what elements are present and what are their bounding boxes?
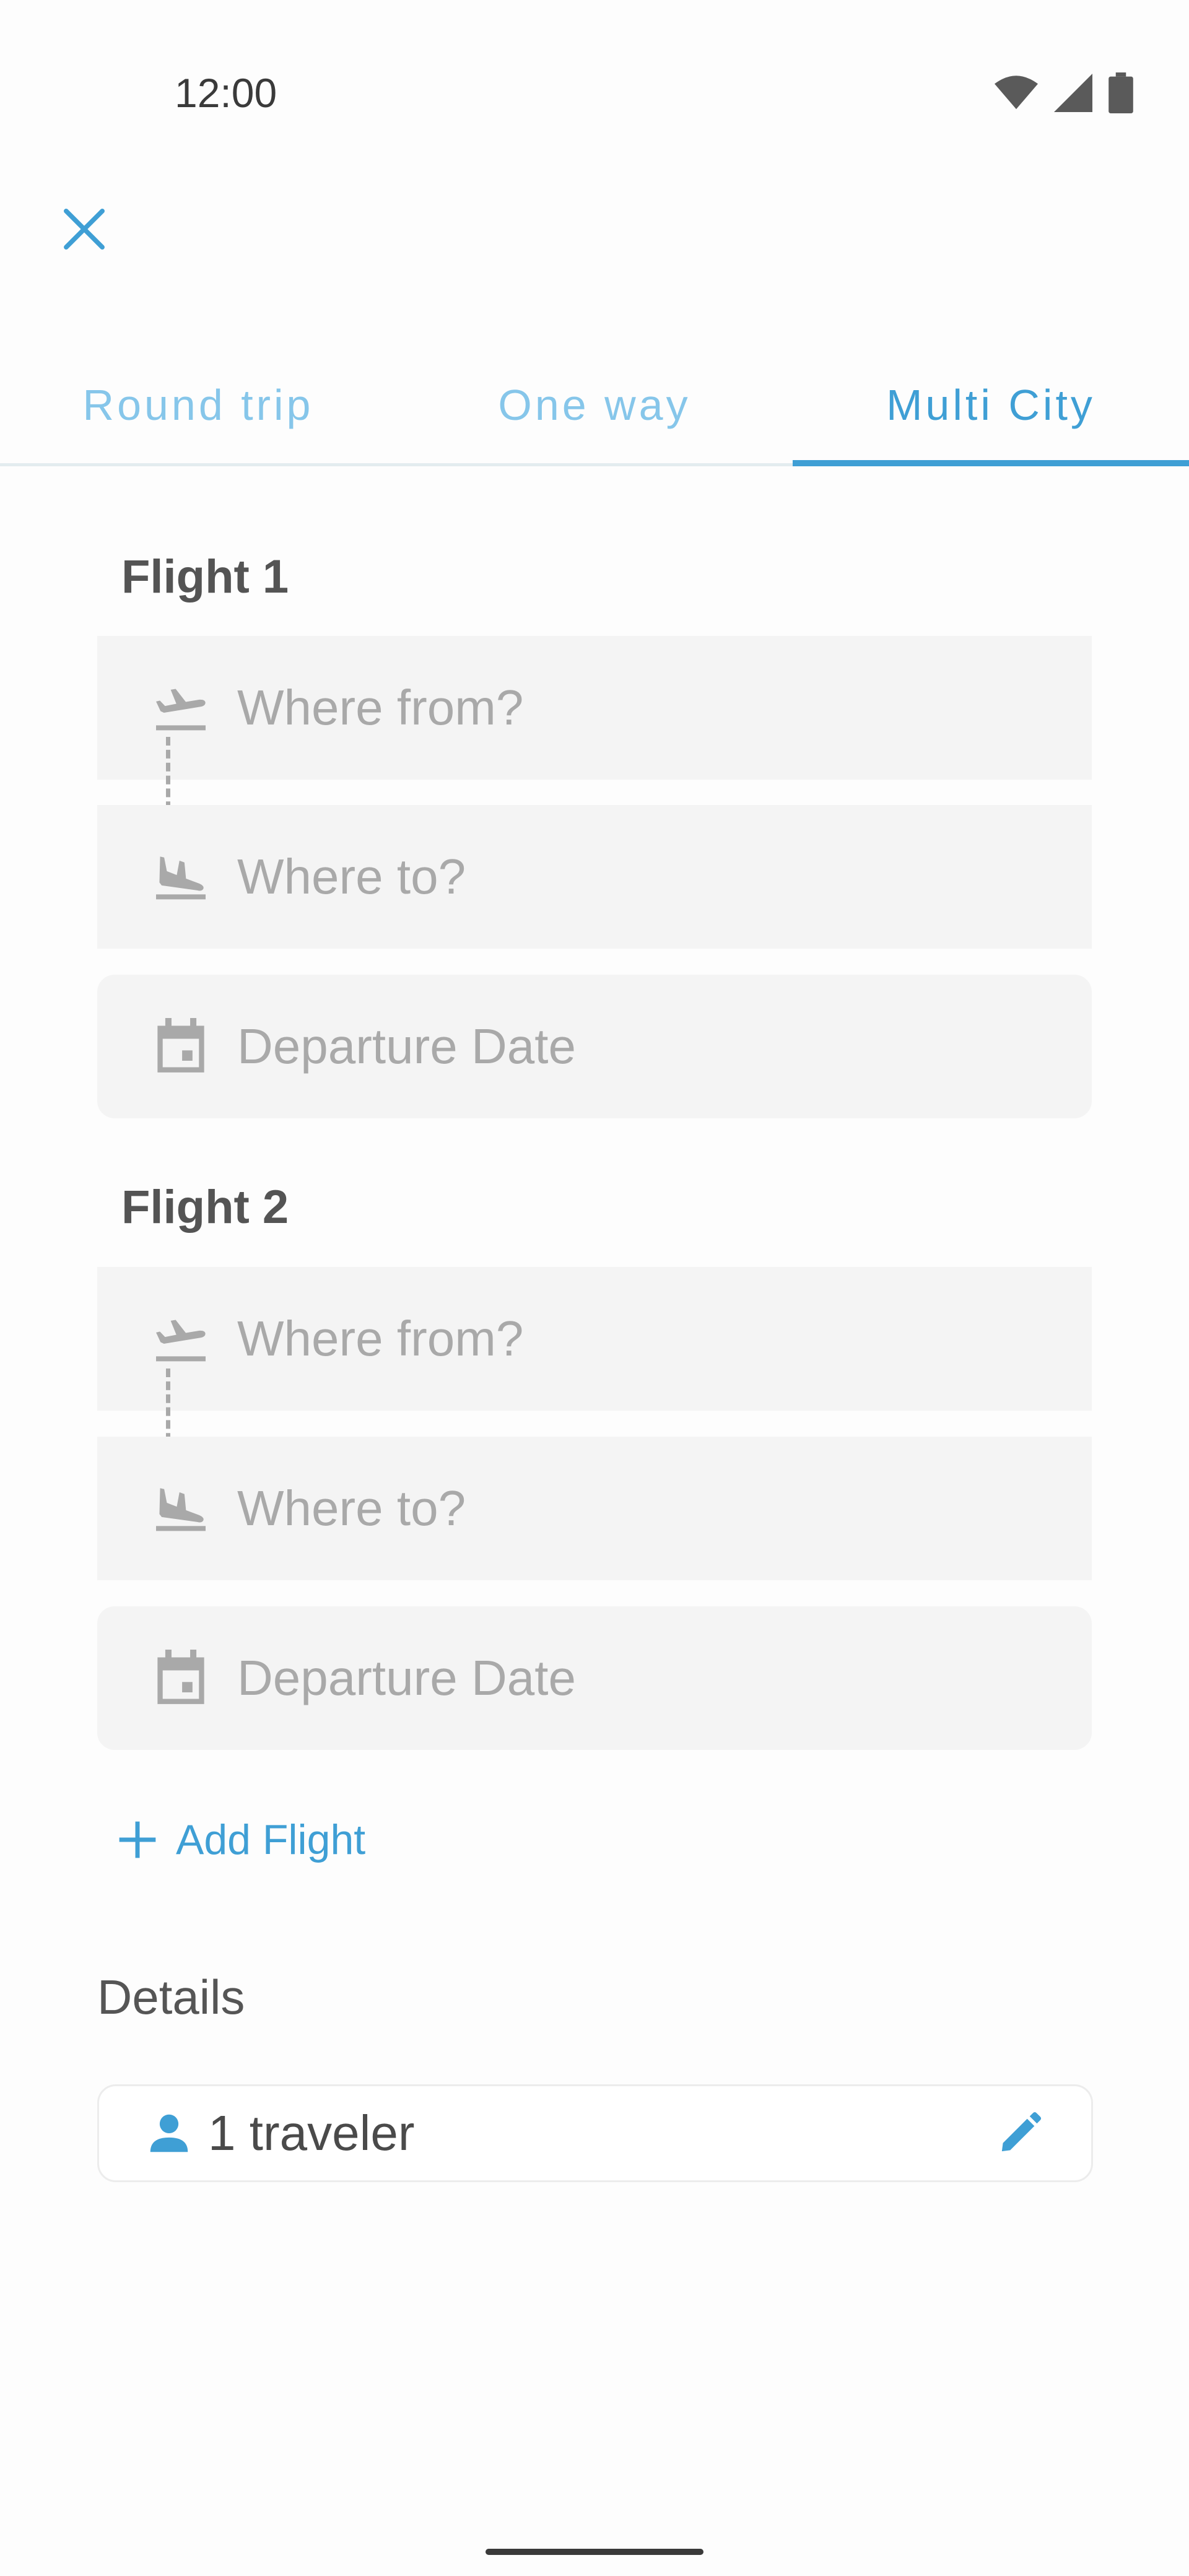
person-icon bbox=[150, 2114, 188, 2152]
tab-one-way[interactable]: One way bbox=[396, 347, 793, 463]
add-flight-label: Add Flight bbox=[176, 1816, 366, 1863]
flight-2-from-field[interactable]: Where from? bbox=[97, 1267, 1092, 1411]
status-icons bbox=[995, 69, 1133, 116]
flight-1-to-placeholder: Where to? bbox=[237, 849, 466, 904]
flight-2-date-field[interactable]: Departure Date bbox=[97, 1606, 1092, 1750]
flight-takeoff-icon bbox=[147, 683, 215, 733]
close-icon bbox=[64, 209, 105, 250]
flight-2-to-placeholder: Where to? bbox=[237, 1481, 466, 1536]
flight-takeoff-icon bbox=[147, 1314, 215, 1364]
status-time: 12:00 bbox=[175, 70, 277, 116]
wifi-icon bbox=[995, 76, 1038, 110]
traveler-selector[interactable]: 1 traveler bbox=[97, 2084, 1093, 2182]
details-title: Details bbox=[97, 1970, 245, 2024]
flight-landing-icon bbox=[147, 1484, 215, 1533]
pencil-icon[interactable] bbox=[998, 2112, 1042, 2155]
flight-1-date-placeholder: Departure Date bbox=[237, 1019, 576, 1074]
flight-1-from-field[interactable]: Where from? bbox=[97, 636, 1092, 780]
plus-icon bbox=[119, 1821, 156, 1858]
flight-landing-icon bbox=[147, 852, 215, 902]
flight-1-title: Flight 1 bbox=[121, 550, 289, 603]
add-flight-button[interactable]: Add Flight bbox=[118, 1816, 365, 1864]
flight-2-to-field[interactable]: Where to? bbox=[97, 1437, 1092, 1580]
battery-icon bbox=[1108, 72, 1133, 113]
flight-1-to-field[interactable]: Where to? bbox=[97, 805, 1092, 949]
signal-icon bbox=[1054, 74, 1092, 112]
flight-1-from-placeholder: Where from? bbox=[237, 680, 524, 735]
close-button[interactable] bbox=[54, 199, 114, 259]
flight-2-title: Flight 2 bbox=[121, 1181, 289, 1234]
tab-round-trip[interactable]: Round trip bbox=[0, 347, 396, 463]
traveler-count: 1 traveler bbox=[208, 2105, 415, 2160]
trip-type-tabs: Round trip One way Multi City bbox=[0, 347, 1189, 466]
calendar-icon bbox=[147, 1018, 215, 1075]
flight-1-date-field[interactable]: Departure Date bbox=[97, 975, 1092, 1118]
flight-2-date-placeholder: Departure Date bbox=[237, 1650, 576, 1705]
tab-multi-city[interactable]: Multi City bbox=[793, 347, 1189, 466]
calendar-icon bbox=[147, 1650, 215, 1707]
home-indicator[interactable] bbox=[486, 2549, 703, 2555]
flight-2-from-placeholder: Where from? bbox=[237, 1311, 524, 1366]
